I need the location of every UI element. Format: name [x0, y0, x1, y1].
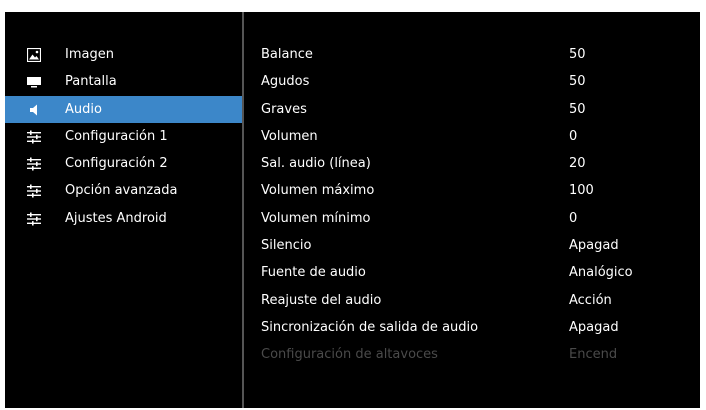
setting-row-reajuste-del-audio[interactable]: Reajuste del audio Acción [244, 287, 700, 314]
image-icon [27, 48, 41, 62]
audio-settings-list: Balance 50 Agudos 50 Graves 50 Volumen 0… [244, 41, 700, 369]
setting-value: Acción [569, 292, 612, 308]
setting-row-volumen-maximo[interactable]: Volumen máximo 100 [244, 177, 700, 204]
setting-label: Silencio [261, 238, 312, 254]
setting-value: 100 [569, 183, 594, 199]
setting-value: 50 [569, 47, 586, 62]
setting-value: 0 [569, 210, 578, 226]
setting-value: Encend [569, 347, 618, 363]
sidebar: Imagen Pantalla Audio Configuración 1 Co… [5, 12, 242, 408]
sidebar-item-label: Imagen [65, 47, 114, 62]
setting-row-silencio[interactable]: Silencio Apagad [244, 232, 700, 259]
sidebar-item-label: Configuración 2 [65, 156, 168, 172]
setting-label: Graves [261, 101, 307, 117]
osd-menu: Imagen Pantalla Audio Configuración 1 Co… [5, 12, 700, 408]
setting-label: Reajuste del audio [261, 292, 382, 308]
setting-value: Analógico [569, 265, 633, 281]
setting-label: Configuración de altavoces [261, 347, 438, 363]
setting-row-volumen-minimo[interactable]: Volumen mínimo 0 [244, 205, 700, 232]
sidebar-menu: Imagen Pantalla Audio Configuración 1 Co… [5, 41, 242, 232]
sidebar-item-label: Configuración 1 [65, 128, 168, 144]
setting-row-sal-audio-linea[interactable]: Sal. audio (línea) 20 [244, 150, 700, 177]
speaker-icon [30, 104, 37, 116]
sidebar-item-label: Opción avanzada [65, 183, 178, 199]
setting-row-configuracion-altavoces: Configuración de altavoces Encend [244, 341, 700, 368]
sidebar-item-configuracion-1[interactable]: Configuración 1 [5, 123, 242, 150]
sliders-icon [27, 184, 41, 198]
setting-row-balance[interactable]: Balance 50 [244, 41, 700, 68]
setting-label: Balance [261, 47, 313, 62]
setting-label: Fuente de audio [261, 265, 366, 281]
sliders-icon [27, 130, 41, 144]
setting-row-graves[interactable]: Graves 50 [244, 96, 700, 123]
setting-label: Volumen mínimo [261, 210, 371, 226]
setting-label: Agudos [261, 74, 310, 90]
sidebar-item-label: Ajustes Android [65, 210, 167, 226]
sidebar-item-audio[interactable]: Audio [5, 95, 242, 123]
sliders-icon [27, 157, 41, 171]
monitor-icon [27, 77, 41, 88]
sidebar-item-opcion-avanzada[interactable]: Opción avanzada [5, 177, 242, 204]
setting-value: Apagad [569, 319, 619, 335]
setting-value: Apagad [569, 238, 619, 254]
setting-row-fuente-de-audio[interactable]: Fuente de audio Analógico [244, 259, 700, 286]
setting-row-sincronizacion-salida-audio[interactable]: Sincronización de salida de audio Apagad [244, 314, 700, 341]
setting-value: 50 [569, 74, 586, 90]
setting-label: Volumen [261, 128, 318, 144]
setting-value: 50 [569, 101, 586, 117]
sidebar-item-label: Pantalla [65, 74, 117, 90]
setting-label: Sincronización de salida de audio [261, 319, 479, 335]
sliders-icon [27, 212, 41, 226]
setting-value: 0 [569, 128, 578, 144]
setting-row-agudos[interactable]: Agudos 50 [244, 68, 700, 95]
setting-row-volumen[interactable]: Volumen 0 [244, 123, 700, 150]
setting-label: Volumen máximo [261, 183, 375, 199]
setting-label: Sal. audio (línea) [261, 156, 371, 172]
sidebar-item-label: Audio [65, 101, 102, 117]
sidebar-item-ajustes-android[interactable]: Ajustes Android [5, 205, 242, 232]
sidebar-item-pantalla[interactable]: Pantalla [5, 68, 242, 95]
sidebar-item-configuracion-2[interactable]: Configuración 2 [5, 150, 242, 177]
sidebar-item-imagen[interactable]: Imagen [5, 41, 242, 68]
setting-value: 20 [569, 156, 586, 172]
